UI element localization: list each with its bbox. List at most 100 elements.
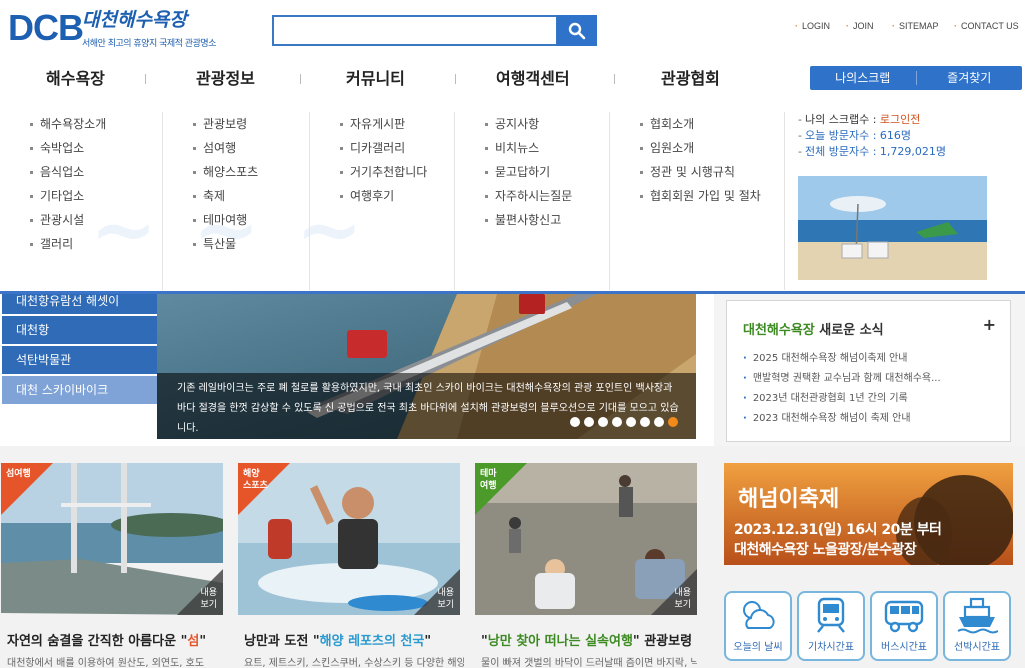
search-input[interactable] bbox=[274, 17, 556, 44]
my-scrap-button[interactable]: 나의스크랩 bbox=[810, 66, 916, 90]
slide-dot[interactable] bbox=[626, 417, 636, 427]
submenu-item[interactable]: 비치뉴스 bbox=[485, 136, 609, 160]
submenu-item[interactable]: 관광시설 bbox=[30, 208, 162, 232]
card-title-sports[interactable]: 낭만과 도전 "해양 레포츠의 천국" bbox=[244, 630, 431, 649]
submenu-item[interactable]: 불편사항신고 bbox=[485, 208, 609, 232]
quick-bus[interactable]: 버스시간표 bbox=[870, 591, 938, 661]
card-desc-island: 대천항에서 배를 이용하여 원산도, 외연도, 호도 bbox=[7, 658, 205, 668]
festival-title: 해넘이축제 bbox=[738, 487, 840, 512]
slide-dot[interactable] bbox=[640, 417, 650, 427]
submenu-item[interactable]: 섬여행 bbox=[193, 136, 309, 160]
card-more-button[interactable]: 내용 보기 bbox=[674, 587, 691, 611]
news-item[interactable]: 2023 대천해수욕장 해넘이 축제 안내 bbox=[743, 409, 941, 429]
today-visitors-label: 오늘 방문자수 : bbox=[804, 129, 877, 142]
news-item[interactable]: 맨발혁명 권택환 교수님과 함께 대천해수욕... bbox=[743, 369, 941, 389]
slide-dot[interactable] bbox=[654, 417, 664, 427]
submenu-item[interactable]: 갤러리 bbox=[30, 232, 162, 256]
card-more-button[interactable]: 내용 보기 bbox=[437, 587, 454, 611]
submenu-item[interactable]: 묻고답하기 bbox=[485, 160, 609, 184]
submenu-item[interactable]: 음식업소 bbox=[30, 160, 162, 184]
logo-mark: DCB bbox=[8, 7, 84, 48]
quick-train[interactable]: 기차시간표 bbox=[797, 591, 865, 661]
nav-beach[interactable]: 해수욕장 bbox=[46, 65, 105, 89]
slide-dot-active[interactable] bbox=[668, 417, 678, 427]
submenu-item[interactable]: 특산물 bbox=[193, 232, 309, 256]
card-title-text: 낭만과 도전 " bbox=[244, 634, 320, 649]
festival-banner[interactable]: 해넘이축제 2023.12.31(일) 16시 20분 부터 대천해수욕장 노을… bbox=[724, 463, 1013, 565]
submenu-item[interactable]: 해양스포츠 bbox=[193, 160, 309, 184]
slide-dot[interactable] bbox=[584, 417, 594, 427]
card-title-text: " bbox=[199, 634, 207, 649]
visual-tab-museum[interactable]: 석탄박물관 bbox=[2, 346, 157, 374]
card-more-button[interactable]: 내용 보기 bbox=[200, 587, 217, 611]
visual-tab-skybike[interactable]: 대천 스카이바이크 bbox=[2, 376, 157, 404]
festival-date: 2023.12.31(일) 16시 20분 부터 bbox=[734, 522, 942, 538]
visual-tab-ferry[interactable]: 대천항유람선 해셋이 bbox=[2, 294, 157, 314]
card-tag: 테마 여행 bbox=[480, 469, 497, 491]
card-theme-trip[interactable]: 테마 여행 내용 보기 bbox=[475, 463, 697, 615]
submenu-traveler-center: 공지사항 비치뉴스 묻고답하기 자주하시는질문 불편사항신고 bbox=[455, 112, 610, 290]
submenu-item[interactable]: 디카갤러리 bbox=[340, 136, 454, 160]
visual-tab-port[interactable]: 대천항 bbox=[2, 316, 157, 344]
site-logo[interactable]: DCB 대천해수욕장 서해안 최고의 휴양지 국제적 관광명소 bbox=[8, 8, 248, 52]
festival-place: 대천해수욕장 노을광장/분수광장 bbox=[734, 542, 917, 558]
card-title-text: " bbox=[481, 634, 488, 649]
submenu-item[interactable]: 임원소개 bbox=[640, 136, 784, 160]
card-marine-sports[interactable]: 해양 스포츠 내용 보기 bbox=[238, 463, 460, 615]
news-box: 대천해수욕장 새로운 소식 + 2025 대천해수욕장 해넘이축제 안내 맨발혁… bbox=[726, 300, 1011, 442]
slide-dot[interactable] bbox=[612, 417, 622, 427]
submenu-item[interactable]: 해수욕장소개 bbox=[30, 112, 162, 136]
submenu-item[interactable]: 축제 bbox=[193, 184, 309, 208]
quick-ship[interactable]: 선박시간표 bbox=[943, 591, 1011, 661]
submenu-item[interactable]: 기타업소 bbox=[30, 184, 162, 208]
submenu-item[interactable]: 숙박업소 bbox=[30, 136, 162, 160]
slide-dots bbox=[570, 417, 678, 427]
total-visitors-value: 1,729,021명 bbox=[879, 145, 947, 158]
search-button[interactable] bbox=[557, 15, 597, 46]
contact-link[interactable]: CONTACT US bbox=[954, 21, 1019, 31]
submenu-community: 자유게시판 디카갤러리 거기추천합니다 여행후기 bbox=[310, 112, 455, 290]
login-link[interactable]: LOGIN bbox=[795, 21, 830, 31]
nav-tourism[interactable]: 관광정보 bbox=[196, 65, 255, 89]
card-title-text: " bbox=[424, 634, 432, 649]
slide-dot[interactable] bbox=[570, 417, 580, 427]
main-nav: 해수욕장 관광정보 커뮤니티 여행객센터 관광협회 bbox=[0, 65, 800, 91]
submenu-association: 협회소개 임원소개 정관 및 시행규칙 협회회원 가입 및 절차 bbox=[610, 112, 785, 290]
sitemap-link[interactable]: SITEMAP bbox=[892, 21, 939, 31]
mega-dropdown: ~ ~ ~ 해수욕장소개 숙박업소 음식업소 기타업소 관광시설 갤러리 관광보… bbox=[0, 102, 1025, 294]
news-item[interactable]: 2025 대천해수욕장 해넘이축제 안내 bbox=[743, 349, 941, 369]
slide-dot[interactable] bbox=[598, 417, 608, 427]
news-more-icon[interactable]: + bbox=[983, 315, 996, 334]
news-title-highlight: 대천해수욕장 bbox=[743, 323, 815, 338]
total-visitors-label: 전체 방문자수 : bbox=[804, 145, 877, 158]
submenu-item[interactable]: 자유게시판 bbox=[340, 112, 454, 136]
card-desc-sports: 요트, 제트스키, 스킨스쿠버, 수상스키 등 다양한 해양 bbox=[244, 658, 464, 668]
search-box bbox=[272, 15, 558, 46]
card-title-island[interactable]: 자연의 숨결을 간직한 아름다운 "섬" bbox=[7, 630, 206, 649]
favorites-button[interactable]: 즐겨찾기 bbox=[917, 66, 1023, 90]
card-title-text: 자연의 숨결을 간직한 아름다운 " bbox=[7, 634, 188, 649]
submenu-item[interactable]: 거기추천합니다 bbox=[340, 160, 454, 184]
scrap-count-value[interactable]: 로그인전 bbox=[880, 113, 920, 126]
nav-traveler-center[interactable]: 여행객센터 bbox=[496, 65, 570, 89]
submenu-item[interactable]: 자주하시는질문 bbox=[485, 184, 609, 208]
card-tag: 섬여행 bbox=[6, 469, 31, 479]
quick-weather[interactable]: 오늘의 날씨 bbox=[724, 591, 792, 661]
submenu-item[interactable]: 협회회원 가입 및 절차 bbox=[640, 184, 784, 208]
scrap-count-label: 나의 스크랩수 : bbox=[804, 113, 877, 126]
news-title: 대천해수욕장 새로운 소식 bbox=[743, 319, 884, 338]
nav-community[interactable]: 커뮤니티 bbox=[346, 65, 405, 89]
submenu-item[interactable]: 테마여행 bbox=[193, 208, 309, 232]
submenu-item[interactable]: 여행후기 bbox=[340, 184, 454, 208]
submenu-beach: 해수욕장소개 숙박업소 음식업소 기타업소 관광시설 갤러리 bbox=[0, 112, 163, 290]
news-item[interactable]: 2023년 대천관광협회 1년 간의 기록 bbox=[743, 389, 941, 409]
submenu-item[interactable]: 관광보령 bbox=[193, 112, 309, 136]
submenu-item[interactable]: 협회소개 bbox=[640, 112, 784, 136]
submenu-item[interactable]: 공지사항 bbox=[485, 112, 609, 136]
submenu-item[interactable]: 정관 및 시행규칙 bbox=[640, 160, 784, 184]
nav-association[interactable]: 관광협회 bbox=[661, 65, 720, 89]
visual-tabs: 대천항유람선 해셋이 대천항 석탄박물관 대천 스카이바이크 bbox=[2, 294, 157, 406]
card-island-trip[interactable]: 섬여행 내용 보기 bbox=[1, 463, 223, 615]
join-link[interactable]: JOIN bbox=[846, 21, 874, 31]
card-title-theme[interactable]: "낭만 찾아 떠나는 실속여행" 관광보령 bbox=[481, 630, 692, 649]
